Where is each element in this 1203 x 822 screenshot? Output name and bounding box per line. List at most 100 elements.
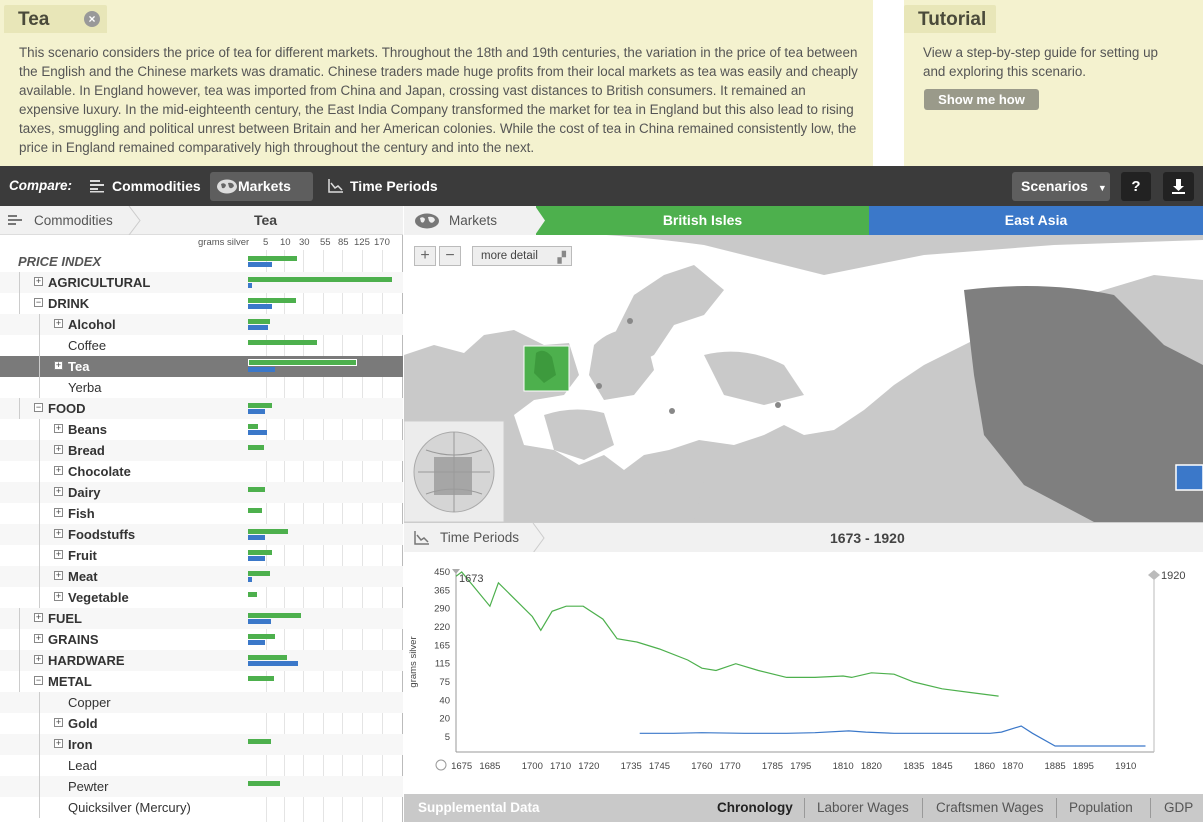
commodity-row[interactable]: + Beans <box>0 419 403 440</box>
tab-gdp[interactable]: GDP <box>1164 800 1193 815</box>
commodity-row[interactable]: + AGRICULTURAL <box>0 272 403 293</box>
expand-icon[interactable]: + <box>54 445 63 454</box>
expand-icon[interactable]: + <box>54 592 63 601</box>
expand-icon[interactable]: + <box>54 361 63 370</box>
compare-toolbar: Compare: Commodities Markets Time Period… <box>0 166 1203 206</box>
tree-line <box>39 503 40 524</box>
tutorial-panel: Tutorial View a step-by-step guide for s… <box>904 0 1203 166</box>
y-tick-label: 40 <box>439 695 450 706</box>
tree-line <box>39 335 40 356</box>
commodity-label: PRICE INDEX <box>18 254 102 269</box>
commodity-row[interactable]: Lead <box>0 755 403 776</box>
time-periods-button[interactable]: Time Periods <box>322 172 447 201</box>
commodity-row[interactable]: Pewter <box>0 776 403 797</box>
commodity-row[interactable]: Coffee <box>0 335 403 356</box>
x-tick-label: 1785 <box>762 761 783 772</box>
expand-icon[interactable]: + <box>34 613 43 622</box>
y-tick-label: 165 <box>434 640 450 651</box>
commodity-row[interactable]: + Vegetable <box>0 587 403 608</box>
commodity-row[interactable]: + Meat <box>0 566 403 587</box>
show-me-how-button[interactable]: Show me how <box>924 89 1039 110</box>
british-isles-bar <box>248 550 273 555</box>
collapse-icon[interactable]: − <box>34 403 43 412</box>
expand-icon[interactable]: + <box>34 634 43 643</box>
commodity-row[interactable]: + Iron <box>0 734 403 755</box>
x-tick-label: 1860 <box>974 761 995 772</box>
commodity-row[interactable]: + Chocolate <box>0 461 403 482</box>
expand-icon[interactable]: + <box>54 424 63 433</box>
commodity-row[interactable]: + HARDWARE <box>0 650 403 671</box>
east-asia-highlight[interactable] <box>1175 464 1203 491</box>
tab-laborer-wages[interactable]: Laborer Wages <box>817 800 909 815</box>
markets-button[interactable]: Markets <box>210 172 313 201</box>
price-chart[interactable]: 450 365 290 220 165 115 75 40 20 5 1675 1685 1700 171… <box>404 552 1203 794</box>
expand-icon[interactable]: + <box>54 466 63 475</box>
market-british-isles[interactable]: British Isles <box>536 206 869 235</box>
expand-icon[interactable]: + <box>54 508 63 517</box>
commodity-row[interactable]: − METAL <box>0 671 403 692</box>
expand-icon[interactable]: + <box>54 739 63 748</box>
commodity-row[interactable]: + Tea <box>0 356 403 377</box>
tab-craftsmen-wages[interactable]: Craftsmen Wages <box>936 800 1044 815</box>
scale-tick: 125 <box>354 237 370 248</box>
scenario-tab: Tea × <box>4 5 107 33</box>
zoom-in-button[interactable]: + <box>414 246 436 266</box>
x-tick-label: 1770 <box>720 761 741 772</box>
close-icon[interactable]: × <box>84 11 100 27</box>
collapse-icon[interactable]: − <box>34 676 43 685</box>
expand-icon[interactable]: + <box>34 655 43 664</box>
help-button[interactable]: ? <box>1121 172 1151 201</box>
commodity-label: Yerba <box>68 380 102 395</box>
download-icon <box>1172 179 1185 194</box>
zoom-out-button[interactable]: − <box>439 246 461 266</box>
commodity-row[interactable]: + Bread <box>0 440 403 461</box>
x-tick-label: 1835 <box>903 761 924 772</box>
commodity-label: Lead <box>68 758 97 773</box>
east-asia-bar <box>248 367 276 372</box>
expand-icon[interactable]: + <box>54 718 63 727</box>
commodity-row[interactable]: + Alcohol <box>0 314 403 335</box>
end-marker-icon <box>1148 570 1160 580</box>
commodity-row[interactable]: Yerba <box>0 377 403 398</box>
scenario-title: Tea <box>18 9 50 30</box>
commodities-button[interactable]: Commodities <box>84 172 204 201</box>
commodity-row[interactable]: Quicksilver (Mercury) <box>0 797 403 818</box>
commodity-row[interactable]: + Fish <box>0 503 403 524</box>
expand-icon[interactable]: + <box>34 277 43 286</box>
expand-icon[interactable]: + <box>54 487 63 496</box>
commodity-label: Copper <box>68 695 111 710</box>
markets-label: Markets <box>238 178 291 194</box>
expand-icon[interactable]: + <box>54 550 63 559</box>
commodity-row[interactable]: + Dairy <box>0 482 403 503</box>
commodity-row[interactable]: − DRINK <box>0 293 403 314</box>
expand-icon[interactable]: + <box>54 571 63 580</box>
expand-icon[interactable]: + <box>54 319 63 328</box>
commodity-row[interactable]: Copper <box>0 692 403 713</box>
commodity-row[interactable]: + Fruit <box>0 545 403 566</box>
commodity-row[interactable]: + Foodstuffs <box>0 524 403 545</box>
markets-map[interactable]: + − more detail ▞ <box>404 235 1203 522</box>
expand-icon[interactable]: + <box>54 529 63 538</box>
market-east-asia[interactable]: East Asia <box>869 206 1203 235</box>
x-tick-label: 1700 <box>522 761 543 772</box>
end-marker-label: 1920 <box>1161 570 1185 582</box>
x-tick-label: 1710 <box>550 761 571 772</box>
commodity-row[interactable]: + FUEL <box>0 608 403 629</box>
commodity-row[interactable]: + Gold <box>0 713 403 734</box>
collapse-icon[interactable]: − <box>34 298 43 307</box>
tab-chronology[interactable]: Chronology <box>717 800 793 815</box>
commodity-row[interactable]: − FOOD <box>0 398 403 419</box>
commodities-breadcrumb[interactable]: Commodities <box>34 213 113 228</box>
commodity-row[interactable]: + GRAINS <box>0 629 403 650</box>
line-chart-icon <box>414 531 429 545</box>
scenarios-dropdown[interactable]: Scenarios ▼ <box>1012 172 1110 201</box>
supplemental-title: Supplemental Data <box>418 800 540 815</box>
east-asia-bar <box>248 535 266 540</box>
download-button[interactable] <box>1163 172 1194 201</box>
commodity-row[interactable]: PRICE INDEX <box>0 251 403 272</box>
more-detail-button[interactable]: more detail ▞ <box>472 246 572 266</box>
scale-unit: grams silver <box>198 237 250 248</box>
british-isles-bar <box>248 739 272 744</box>
tree-line <box>39 545 40 566</box>
tab-population[interactable]: Population <box>1069 800 1133 815</box>
